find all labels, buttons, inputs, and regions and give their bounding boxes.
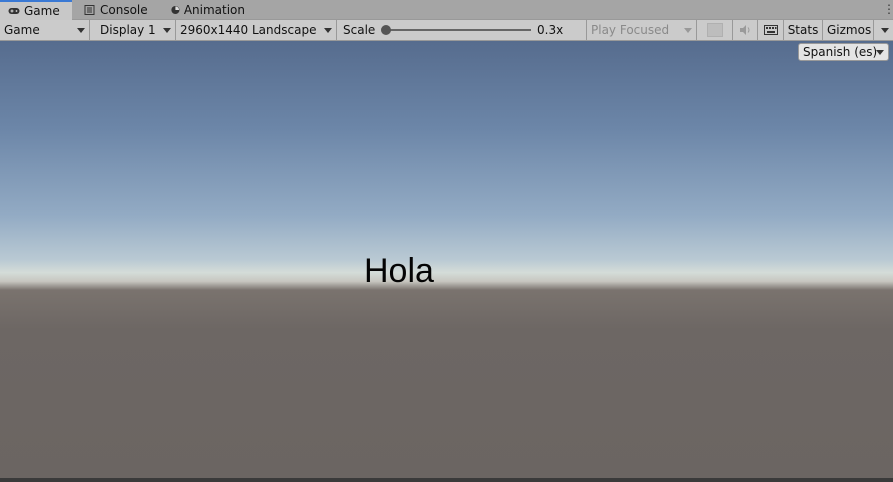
console-icon [84,4,95,15]
chevron-down-icon [324,28,332,33]
gizmos-dropdown[interactable] [874,20,893,40]
chevron-down-icon [881,28,889,33]
chevron-down-icon [77,28,85,33]
tab-label: Console [100,2,148,17]
resolution-dropdown[interactable]: 2960x1440 Landscape [176,20,337,40]
play-mode-value: Play Focused [591,23,670,37]
chevron-down-icon [684,28,692,33]
scale-slider-handle[interactable] [381,25,391,35]
animation-icon [171,5,180,14]
game-viewport[interactable]: Spanish (es) Hola [0,41,893,478]
bottom-border [0,478,893,482]
gizmos-button[interactable]: Gizmos [823,20,874,40]
tab-game[interactable]: Game [0,0,72,20]
scale-label: Scale [343,23,376,37]
mute-audio-toggle[interactable] [733,20,758,40]
square-icon [706,23,723,37]
gizmos-label: Gizmos [827,23,872,37]
tab-label: Game [24,4,60,18]
language-dropdown[interactable]: Spanish (es) [798,43,889,61]
speaker-icon [740,25,750,35]
chevron-down-icon [163,28,171,33]
view-mode-value: Game [4,23,40,37]
play-mode-dropdown[interactable]: Play Focused [587,20,697,40]
scale-slider-track[interactable] [384,29,531,31]
view-mode-dropdown[interactable]: Game [0,20,90,40]
tab-label: Animation [183,2,245,17]
display-value: Display 1 [100,23,156,37]
chevron-down-icon [876,50,884,55]
frame-debugger-toggle[interactable] [697,20,733,40]
language-value: Spanish (es) [803,45,878,59]
tab-console[interactable]: Console [76,0,156,19]
greeting-text: Hola [364,252,434,290]
scale-value: 0.3x [537,23,564,37]
display-dropdown[interactable]: Display 1 [90,20,176,40]
resolution-value: 2960x1440 Landscape [180,23,317,37]
gamepad-icon [8,8,20,14]
stats-label: Stats [787,23,819,37]
tab-bar: Game Console Animation ⋮ [0,0,893,20]
stats-button[interactable]: Stats [784,20,823,40]
keyboard-shortcuts-toggle[interactable] [758,20,784,40]
keyboard-icon [763,25,778,35]
tab-animation[interactable]: Animation [163,0,253,19]
game-toolbar: Game Display 1 2960x1440 Landscape Scale… [0,20,893,41]
more-options-icon[interactable]: ⋮ [883,2,893,16]
